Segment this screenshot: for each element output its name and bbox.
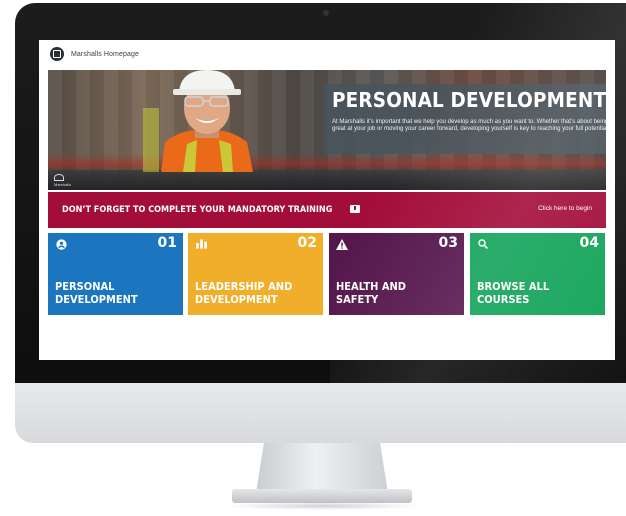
hero-title: PERSONAL DEVELOPMENT <box>332 88 606 112</box>
message-alert-icon <box>350 205 360 213</box>
hero-logo-text: Marshalls <box>54 182 72 187</box>
tile-number: 04 <box>579 235 599 251</box>
homepage-link[interactable]: Marshalls Homepage <box>71 51 139 58</box>
tile-number: 01 <box>157 235 177 251</box>
tile-browse-all-courses[interactable]: 04 BROWSE ALL COURSES <box>470 233 605 315</box>
tile-health-and-safety[interactable]: 03 HEALTH AND SAFETY <box>329 233 464 315</box>
hero-text-panel: PERSONAL DEVELOPMENT At Marshalls it’s i… <box>324 84 606 154</box>
banner-text: DON’T FORGET TO COMPLETE YOUR MANDATORY … <box>62 205 333 215</box>
page-footer-area <box>39 332 615 360</box>
monitor-stand-base <box>232 489 412 503</box>
user-circle-icon <box>55 238 67 250</box>
warning-icon <box>336 238 348 250</box>
hero-footer-band <box>48 170 606 190</box>
monitor-stand <box>256 443 388 493</box>
banner-cta-link[interactable]: Click here to begin <box>538 205 592 212</box>
hero-description: At Marshalls it’s important that we help… <box>332 119 606 132</box>
monitor-chin <box>15 383 626 443</box>
tile-number: 03 <box>438 235 458 251</box>
marshalls-logo: Marshalls <box>54 174 71 187</box>
tile-leadership-and-development[interactable]: 02 LEADERSHIP AND DEVELOPMENT <box>188 233 323 315</box>
top-bar: Marshalls Homepage <box>39 40 615 68</box>
home-logo-icon[interactable] <box>50 47 64 61</box>
tile-label: HEALTH AND SAFETY <box>336 280 407 306</box>
tile-label: PERSONAL DEVELOPMENT <box>55 280 138 306</box>
search-icon <box>477 238 489 250</box>
tile-number: 02 <box>297 235 317 251</box>
hero-banner: Marshalls PERSONAL DEVELOPMENT At Marsha… <box>48 70 606 190</box>
tile-label: BROWSE ALL COURSES <box>477 280 550 306</box>
bar-chart-icon <box>195 238 207 250</box>
worker-photo <box>143 70 253 172</box>
tile-label: LEADERSHIP AND DEVELOPMENT <box>195 280 293 306</box>
tile-personal-development[interactable]: 01 PERSONAL DEVELOPMENT <box>48 233 183 315</box>
camera-dot <box>323 10 329 16</box>
screen: Marshalls Homepage Marshalls PERSONAL DE… <box>39 40 615 360</box>
mandatory-training-banner[interactable]: DON’T FORGET TO COMPLETE YOUR MANDATORY … <box>48 192 606 228</box>
stand-shadow <box>222 502 422 510</box>
